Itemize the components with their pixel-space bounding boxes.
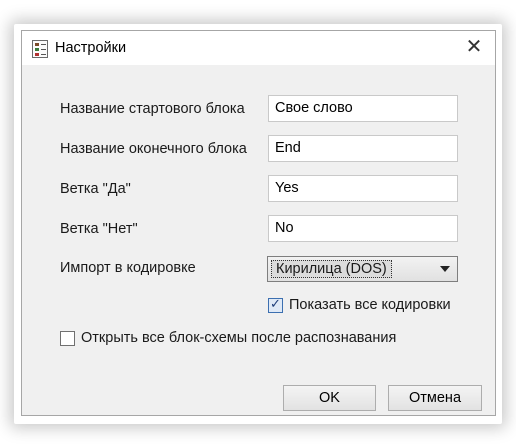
yes-branch-label: Ветка "Да": [60, 181, 131, 197]
show-all-encodings-checkbox[interactable]: ✓ Показать все кодировки: [268, 296, 451, 313]
start-block-input[interactable]: Свое слово: [268, 95, 458, 122]
open-all-flowcharts-checkbox[interactable]: Открыть все блок-схемы после распознаван…: [60, 330, 396, 346]
no-branch-input[interactable]: No: [268, 215, 458, 242]
close-icon[interactable]: ✕: [461, 36, 487, 60]
ok-button[interactable]: OK: [283, 385, 376, 411]
cancel-button[interactable]: Отмена: [388, 385, 482, 411]
settings-dialog: Настройки ✕ Название стартового блока Св…: [21, 30, 496, 416]
encoding-select[interactable]: Кирилица (DOS): [267, 256, 458, 282]
show-all-encodings-label: Показать все кодировки: [289, 297, 451, 313]
end-block-input[interactable]: End: [268, 135, 458, 162]
chevron-down-icon: [440, 266, 450, 272]
app-icon: [32, 40, 48, 58]
open-all-flowcharts-label: Открыть все блок-схемы после распознаван…: [81, 330, 397, 346]
checkbox-checked-icon: ✓: [268, 296, 283, 313]
no-branch-label: Ветка "Нет": [60, 221, 138, 237]
title-bar: Настройки ✕: [22, 31, 495, 65]
end-block-label: Название оконечного блока: [60, 141, 247, 157]
encoding-selected-value: Кирилица (DOS): [271, 260, 392, 278]
checkbox-unchecked-icon: [60, 330, 75, 346]
start-block-label: Название стартового блока: [60, 101, 245, 117]
yes-branch-input[interactable]: Yes: [268, 175, 458, 202]
encoding-label: Импорт в кодировке: [60, 260, 196, 276]
window-title: Настройки: [55, 40, 127, 56]
